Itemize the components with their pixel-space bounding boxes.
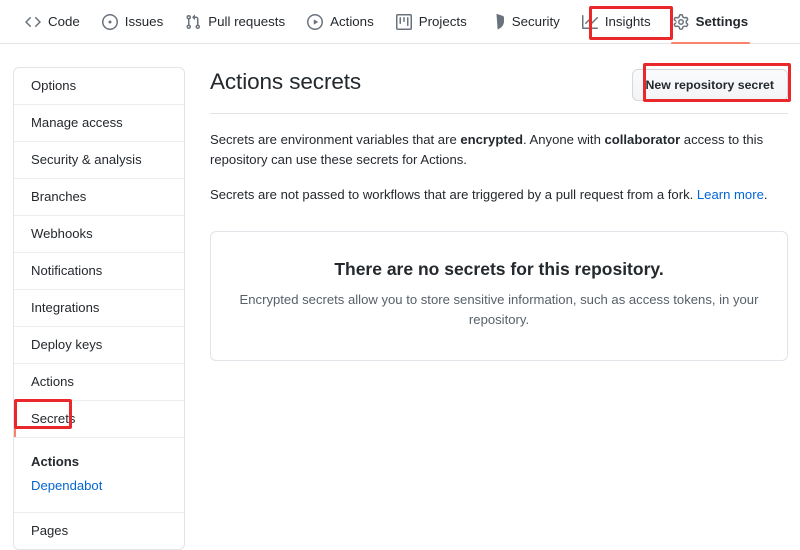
desc2-suffix: . <box>763 187 768 202</box>
desc2-text: Secrets are not passed to workflows that… <box>210 187 697 202</box>
sidebar-item-secrets[interactable]: Secrets <box>14 401 184 438</box>
project-icon <box>395 13 412 30</box>
main-content: Actions secrets New repository secret Se… <box>210 67 788 361</box>
nav-tab-label: Settings <box>695 14 749 29</box>
code-icon <box>25 14 41 30</box>
sidebar-item-label: Manage access <box>31 115 123 130</box>
nav-tab-insights[interactable]: Insights <box>571 0 662 44</box>
sidebar-item-label: Secrets <box>31 411 76 426</box>
sidebar-item-options[interactable]: Options <box>14 68 184 105</box>
sidebar-item-label: Integrations <box>31 300 100 315</box>
secrets-description-2: Secrets are not passed to workflows that… <box>210 185 776 205</box>
sidebar-item-label: Actions <box>31 374 74 389</box>
nav-tab-label: Actions <box>330 14 374 29</box>
sidebar-item-label: Webhooks <box>31 226 93 241</box>
desc1-bold-encrypted: encrypted <box>460 132 523 147</box>
play-icon <box>307 13 324 30</box>
empty-state-panel: There are no secrets for this repository… <box>210 231 788 361</box>
nav-tab-actions[interactable]: Actions <box>296 0 385 44</box>
nav-tab-settings[interactable]: Settings <box>662 0 759 44</box>
page-header: Actions secrets New repository secret <box>210 67 788 114</box>
sidebar-item-branches[interactable]: Branches <box>14 179 184 216</box>
nav-tab-code[interactable]: Code <box>14 0 91 44</box>
sidebar-item-manage-access[interactable]: Manage access <box>14 105 184 142</box>
sidebar-subitem-dependabot[interactable]: Dependabot <box>31 474 184 498</box>
nav-tab-security[interactable]: Security <box>478 0 571 44</box>
sidebar-secrets-submenu: Actions Dependabot <box>14 438 184 513</box>
settings-sidebar: Options Manage access Security & analysi… <box>13 67 185 550</box>
empty-state-title: There are no secrets for this repository… <box>334 259 664 279</box>
secrets-description-1: Secrets are environment variables that a… <box>210 130 776 170</box>
desc1-bold-collaborator: collaborator <box>604 132 681 147</box>
nav-tab-label: Insights <box>604 14 651 29</box>
shield-icon <box>489 13 505 30</box>
sidebar-item-webhooks[interactable]: Webhooks <box>14 216 184 253</box>
nav-tab-label: Security <box>511 14 560 29</box>
repository-nav: Code Issues Pull requests Actions Projec… <box>0 0 800 44</box>
git-pull-request-icon <box>185 14 201 30</box>
learn-more-link[interactable]: Learn more <box>697 187 764 202</box>
nav-tab-label: Code <box>48 14 80 29</box>
nav-tab-issues[interactable]: Issues <box>91 0 174 44</box>
sidebar-item-pages[interactable]: Pages <box>14 513 184 549</box>
new-repository-secret-button[interactable]: New repository secret <box>631 69 788 101</box>
sidebar-item-label: Options <box>31 78 77 93</box>
desc1-part1: Secrets are environment variables that a… <box>210 132 461 147</box>
sidebar-item-notifications[interactable]: Notifications <box>14 253 184 290</box>
sidebar-item-deploy-keys[interactable]: Deploy keys <box>14 327 184 364</box>
sidebar-item-label: Branches <box>31 189 87 204</box>
sidebar-subitem-actions[interactable]: Actions <box>31 450 184 474</box>
nav-tab-label: Pull requests <box>208 14 286 29</box>
sidebar-item-label: Deploy keys <box>31 337 103 352</box>
nav-tab-label: Issues <box>124 14 164 29</box>
graph-icon <box>581 14 598 30</box>
sidebar-item-label: Notifications <box>31 263 103 278</box>
page-title: Actions secrets <box>210 69 362 94</box>
gear-icon <box>673 13 689 30</box>
issue-opened-icon <box>101 13 118 30</box>
nav-tab-label: Projects <box>418 14 467 29</box>
sidebar-item-security-and-analysis[interactable]: Security & analysis <box>14 142 184 179</box>
empty-state-subtitle: Encrypted secrets allow you to store sen… <box>239 292 759 327</box>
nav-tab-pull-requests[interactable]: Pull requests <box>174 0 296 44</box>
nav-tab-projects[interactable]: Projects <box>385 0 478 44</box>
sidebar-item-label: Security & analysis <box>31 152 142 167</box>
sidebar-item-actions[interactable]: Actions <box>14 364 184 401</box>
sidebar-item-integrations[interactable]: Integrations <box>14 290 184 327</box>
desc1-part2: . Anyone with <box>522 132 605 147</box>
sidebar-item-label: Pages <box>31 523 69 538</box>
